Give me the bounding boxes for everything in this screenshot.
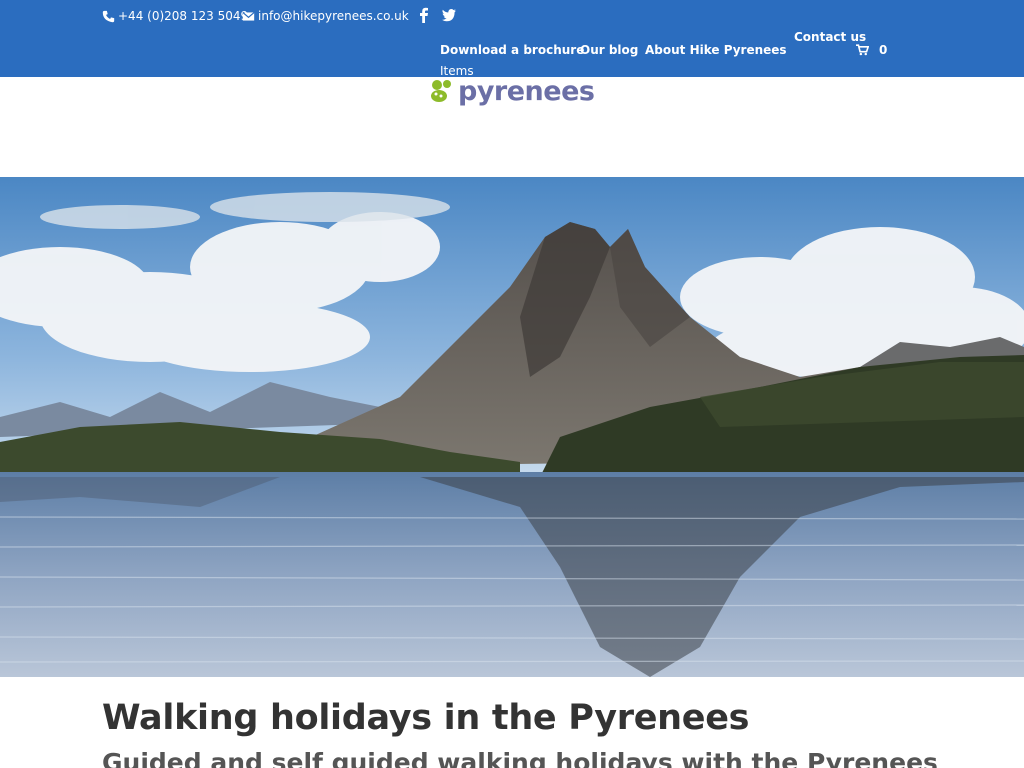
email-address: info@hikepyrenees.co.uk: [258, 9, 409, 23]
phone-contact[interactable]: +44 (0)208 123 5049: [102, 9, 248, 23]
email-contact[interactable]: info@hikepyrenees.co.uk: [242, 9, 409, 23]
phone-number: +44 (0)208 123 5049: [118, 9, 249, 23]
logo-mark-icon: [431, 80, 451, 102]
page-subtitle: Guided and self guided walking holidays …: [102, 748, 938, 768]
nav-about[interactable]: About Hike Pyrenees: [645, 43, 787, 57]
top-bar: +44 (0)208 123 5049 info@hikepyrenees.co…: [0, 0, 1024, 78]
page-title: Walking holidays in the Pyrenees: [102, 698, 750, 738]
phone-icon: [102, 10, 115, 22]
mountain-lake-image: [0, 177, 1024, 677]
logo-text: pyrenees: [458, 76, 595, 107]
cart-count: 0: [879, 43, 888, 57]
cart-button[interactable]: 0: [856, 43, 887, 57]
twitter-icon[interactable]: [441, 7, 457, 23]
nav-our-blog[interactable]: Our blog: [580, 43, 638, 57]
hero-image: [0, 177, 1024, 677]
nav-items[interactable]: Items: [440, 64, 474, 78]
nav-contact-us[interactable]: Contact us: [794, 31, 866, 44]
nav-download-brochure[interactable]: Download a brochure: [440, 43, 584, 57]
cart-icon: [856, 44, 869, 56]
facebook-icon[interactable]: [416, 7, 432, 23]
envelope-icon: [242, 11, 255, 21]
